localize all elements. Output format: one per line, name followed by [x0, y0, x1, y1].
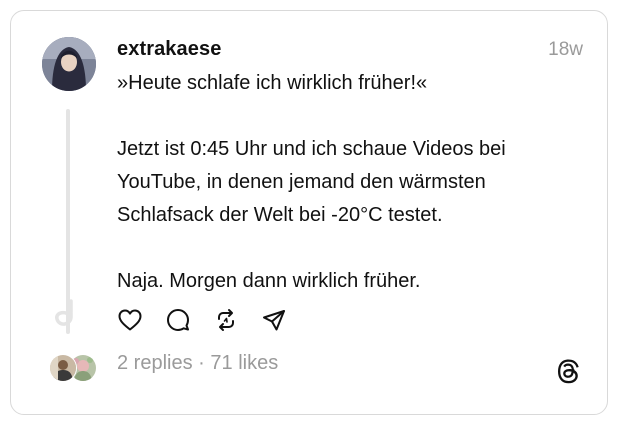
comment-button[interactable] [165, 307, 191, 333]
post-card: extrakaese 18w »Heute schlafe ich wirkli… [10, 10, 608, 415]
post-stats: 2 replies · 71 likes [117, 352, 278, 375]
timestamp[interactable]: 18w [548, 39, 583, 61]
threads-logo-icon[interactable] [555, 357, 583, 385]
repost-icon [218, 309, 234, 331]
heart-icon [118, 309, 142, 331]
share-button[interactable] [261, 307, 287, 333]
replier-avatars[interactable] [49, 354, 105, 382]
avatar[interactable] [42, 37, 96, 91]
post-line-quote: »Heute schlafe ich wirklich früher!« [117, 72, 428, 94]
post-line-closing: Naja. Morgen dann wirklich früher. [117, 270, 421, 292]
comment-icon [167, 309, 189, 331]
share-icon [263, 310, 285, 331]
stats-separator: · [192, 352, 211, 374]
thread-curl-icon [55, 299, 73, 326]
post-line-body: Jetzt ist 0:45 Uhr und ich schaue Videos… [117, 138, 506, 226]
replier-avatar [49, 354, 77, 382]
like-button[interactable] [117, 307, 143, 333]
likes-count[interactable]: 71 likes [210, 352, 278, 374]
post-text: »Heute schlafe ich wirklich früher!« Jet… [117, 67, 587, 298]
repost-button[interactable] [213, 307, 239, 333]
username[interactable]: extrakaese [117, 38, 221, 61]
replies-count[interactable]: 2 replies [117, 352, 193, 374]
action-bar [117, 307, 309, 333]
